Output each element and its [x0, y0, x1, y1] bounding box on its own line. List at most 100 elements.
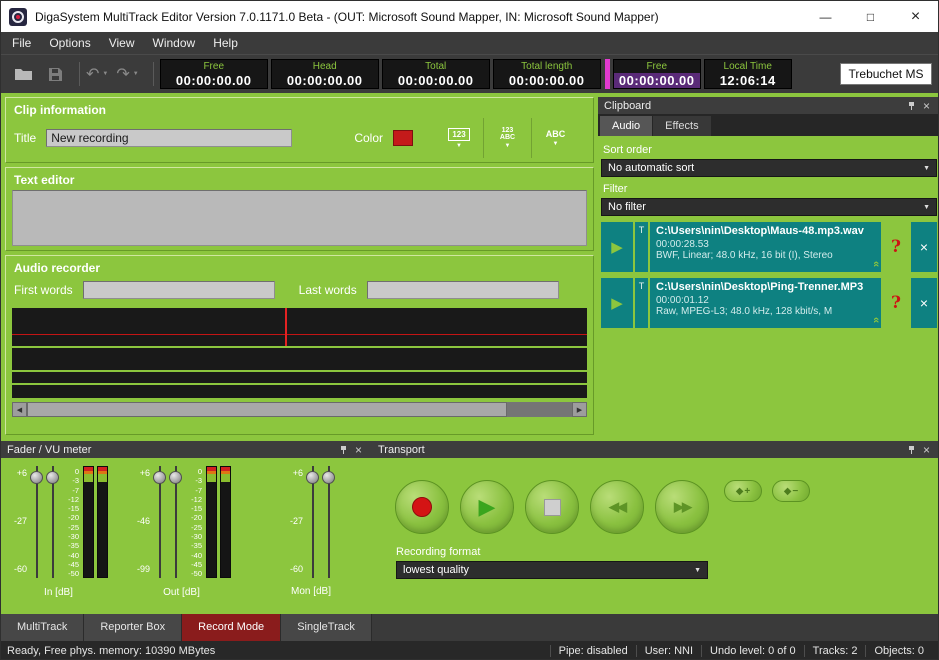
close-panel-button[interactable]: × — [919, 97, 934, 114]
pin-icon — [907, 445, 916, 455]
menu-window[interactable]: Window — [144, 32, 205, 54]
first-words-label: First words — [14, 283, 73, 297]
recording-format-select[interactable]: lowest quality ▼ — [396, 561, 708, 579]
mon-fader-left[interactable] — [308, 466, 318, 578]
save-button[interactable] — [41, 61, 69, 87]
format-buttons: 123 ▼ 123 ABC ▼ ABC ▼ — [435, 118, 579, 158]
fader-min-label: -60 — [14, 564, 27, 574]
close-panel-button[interactable]: × — [351, 441, 366, 458]
clip-duration: 00:00:01.12 — [656, 295, 875, 306]
out-fader-right[interactable] — [171, 466, 181, 578]
dropdown-icon: ▼ — [505, 143, 511, 149]
fader-knob[interactable] — [169, 471, 182, 484]
tab-reporter-box[interactable]: Reporter Box — [84, 614, 182, 641]
tab-audio[interactable]: Audio — [600, 116, 652, 136]
pin-button[interactable] — [336, 441, 351, 458]
minimize-button[interactable]: — — [803, 1, 848, 32]
fader-knob[interactable] — [46, 471, 59, 484]
title-bar: DigaSystem MultiTrack Editor Version 7.0… — [1, 1, 938, 32]
menu-options[interactable]: Options — [40, 32, 99, 54]
color-swatch-button[interactable] — [393, 130, 413, 146]
fader-knob[interactable] — [306, 471, 319, 484]
pin-button[interactable] — [904, 97, 919, 114]
waveform-display[interactable] — [12, 308, 587, 398]
sort-order-select[interactable]: No automatic sort ▼ — [601, 159, 937, 177]
tab-record-mode[interactable]: Record Mode — [182, 614, 281, 641]
collapse-icon[interactable]: « — [872, 317, 880, 323]
filter-select[interactable]: No filter ▼ — [601, 198, 937, 216]
scroll-left-button[interactable]: ◀ — [12, 402, 27, 417]
menu-view[interactable]: View — [100, 32, 144, 54]
play-clip-button[interactable]: ▶ — [601, 278, 633, 328]
menu-help[interactable]: Help — [204, 32, 247, 54]
time-display-head: Head 00:00:00.00 — [271, 59, 379, 89]
stop-button[interactable] — [525, 480, 579, 534]
record-level-strip — [605, 59, 610, 89]
status-tracks: Tracks: 2 — [804, 645, 866, 657]
open-file-button[interactable] — [9, 61, 37, 87]
play-clip-button[interactable]: ▶ — [601, 222, 633, 272]
remove-clip-button[interactable]: × — [911, 278, 937, 328]
number-abc-dropdown[interactable]: 123 ABC ▼ — [483, 118, 531, 158]
first-words-input[interactable] — [83, 281, 275, 299]
time-label: Local Time — [705, 60, 791, 73]
clip-format: BWF, Linear; 48.0 kHz, 16 bit (I), Stere… — [656, 250, 875, 261]
tab-effects[interactable]: Effects — [653, 116, 710, 136]
time-label: Total — [383, 60, 489, 73]
close-button[interactable]: × — [893, 1, 938, 32]
mode-tab-bar: MultiTrack Reporter Box Record Mode Sing… — [1, 614, 938, 641]
play-button[interactable]: ▶ — [460, 480, 514, 534]
marker-add-button[interactable]: ◆ + — [724, 480, 762, 502]
minus-icon: − — [792, 486, 798, 497]
filter-label: Filter — [603, 183, 935, 195]
sort-order-value: No automatic sort — [608, 162, 923, 174]
fast-forward-button[interactable]: ▶▶ — [655, 480, 709, 534]
fader-min-label: -60 — [290, 564, 303, 574]
marker-remove-button[interactable]: ◆ − — [772, 480, 810, 502]
dropdown-icon: ▼ — [553, 141, 559, 147]
scroll-right-button[interactable]: ▶ — [572, 402, 587, 417]
fader-min-label: -99 — [137, 564, 150, 574]
maximize-button[interactable]: □ — [848, 1, 893, 32]
rewind-button[interactable]: ◀◀ — [590, 480, 644, 534]
collapse-icon[interactable]: « — [872, 261, 880, 267]
remove-clip-button[interactable]: × — [911, 222, 937, 272]
scrollbar-track[interactable] — [27, 402, 572, 417]
font-selector[interactable]: Trebuchet MS — [840, 63, 932, 85]
waveform-track — [12, 308, 587, 346]
record-cursor — [285, 308, 287, 346]
scrollbar-thumb[interactable] — [27, 402, 507, 417]
redo-dropdown-icon: ▼ — [133, 71, 139, 77]
toolbar: ↶ ▼ ↷ ▼ Free 00:00:00.00 Head 00:00:00.0… — [1, 54, 938, 93]
fader-knob[interactable] — [30, 471, 43, 484]
clip-details[interactable]: C:\Users\nin\Desktop\Ping-Trenner.MP3 00… — [650, 278, 881, 328]
out-fader-left[interactable] — [155, 466, 165, 578]
vu-scale: 0 -3 -7 -12 -15 -20 -25 -30 -35 -40 -45 … — [61, 466, 79, 579]
numbering-grid-dropdown[interactable]: 123 ▼ — [435, 118, 483, 158]
undo-button[interactable]: ↶ ▼ — [86, 64, 108, 84]
clipboard-tabs: Audio Effects — [598, 114, 939, 136]
menu-file[interactable]: File — [3, 32, 40, 54]
clipboard-item: ▶ T C:\Users\nin\Desktop\Ping-Trenner.MP… — [601, 278, 937, 328]
clip-details[interactable]: C:\Users\nin\Desktop\Maus-48.mp3.wav 00:… — [650, 222, 881, 272]
last-words-input[interactable] — [367, 281, 559, 299]
fader-knob[interactable] — [322, 471, 335, 484]
in-fader-right[interactable] — [48, 466, 58, 578]
clip-information-panel: Clip information Title Color 123 ▼ 123 A… — [5, 97, 594, 163]
tab-multitrack[interactable]: MultiTrack — [1, 614, 84, 641]
in-fader-left[interactable] — [32, 466, 42, 578]
missing-file-icon: ? — [883, 222, 909, 272]
mon-fader-right[interactable] — [324, 466, 334, 578]
clip-format: Raw, MPEG-L3; 48.0 kHz, 128 kbit/s, M — [656, 306, 875, 317]
close-panel-button[interactable]: × — [919, 441, 934, 458]
redo-button[interactable]: ↷ ▼ — [116, 64, 138, 84]
tab-singletrack[interactable]: SingleTrack — [281, 614, 372, 641]
abc-dropdown[interactable]: ABC ▼ — [531, 118, 579, 158]
record-button[interactable] — [395, 480, 449, 534]
text-editor-area[interactable] — [12, 190, 587, 246]
waveform-scrollbar[interactable]: ◀ ▶ — [12, 402, 587, 417]
clip-title-input[interactable] — [46, 129, 292, 147]
pin-button[interactable] — [904, 441, 919, 458]
audio-recorder-panel: Audio recorder First words Last words ◀ — [5, 255, 594, 435]
fader-knob[interactable] — [153, 471, 166, 484]
